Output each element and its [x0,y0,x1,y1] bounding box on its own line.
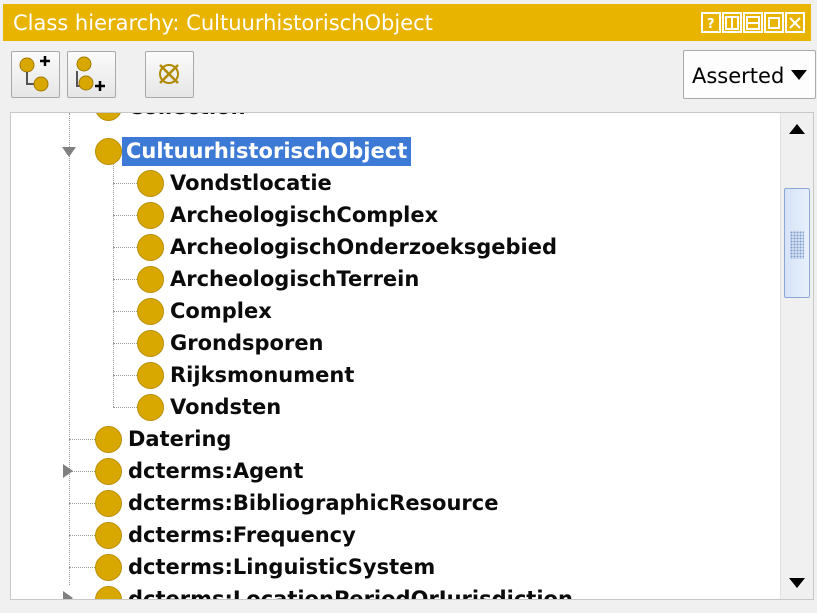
class-tree[interactable]: Collection CultuurhistorischObject Vonds… [10,112,814,600]
hierarchy-mode-value: Asserted [692,64,785,88]
hierarchy-toolbar: Asserted [3,42,816,106]
class-icon [137,233,164,261]
tree-line [113,407,137,408]
view-title: Class hierarchy: CultuurhistorischObject [13,11,433,35]
tree-node[interactable]: dcterms:Agent [95,455,307,487]
tree-node[interactable]: ArcheologischOnderzoeksgebied [137,231,561,263]
class-icon [137,265,164,293]
class-icon [95,137,122,165]
svg-text:?: ? [707,17,715,30]
tree-line [69,503,95,504]
class-icon [137,297,164,325]
class-icon [95,489,122,517]
chevron-down-icon [791,70,807,80]
delete-class-icon [159,64,179,84]
class-icon [95,553,122,581]
expand-toggle-icon[interactable] [63,591,73,599]
class-icon [95,521,122,549]
tree-line [69,567,95,568]
scroll-down-icon[interactable] [783,567,811,597]
tree-line [113,161,114,407]
class-icon [137,169,164,197]
tree-node-label: ArcheologischComplex [170,202,439,227]
expand-toggle-icon[interactable] [62,147,76,157]
tree-node-selected[interactable]: CultuurhistorischObject [95,135,412,167]
tree-line [113,247,137,248]
class-icon [137,201,164,229]
vertical-scrollbar[interactable] [780,113,813,599]
tree-line [113,279,137,280]
tree-node[interactable]: ArcheologischTerrein [137,263,423,295]
tree-line [69,113,70,585]
expand-toggle-icon[interactable] [63,464,73,478]
delete-class-button[interactable] [145,51,194,98]
add-subclass-button[interactable] [11,51,60,98]
view-title-bar: Class hierarchy: CultuurhistorischObject… [3,4,811,41]
help-icon[interactable]: ? [701,12,721,33]
view-window-buttons: ? [701,12,805,33]
tree-node-label: ArcheologischTerrein [170,266,420,291]
tree-node-label: dcterms:LocationPeriodOrJurisdiction [128,586,573,600]
tree-node-label: Vondsten [170,394,282,419]
maximize-icon[interactable] [764,12,784,33]
add-subclass-icon [19,56,50,92]
grip-icon [790,231,804,259]
tree-node-label: Datering [128,426,232,451]
tree-node-label: dcterms:LinguisticSystem [128,554,436,579]
tree-node-label: Collection [126,113,250,122]
close-icon[interactable] [785,12,805,33]
tree-line [69,535,95,536]
tree-node[interactable]: Vondsten [137,391,285,423]
tree-node[interactable]: dcterms:BibliographicResource [95,487,502,519]
tree-line [113,183,137,184]
hierarchy-mode-select[interactable]: Asserted [683,50,816,99]
tree-node[interactable]: Complex [137,295,276,327]
class-icon [95,585,122,599]
tree-line [113,375,137,376]
tree-node-label: Grondsporen [170,330,324,355]
tree-node[interactable]: dcterms:LinguisticSystem [95,551,439,583]
scrollbar-thumb[interactable] [784,188,810,298]
add-sibling-button[interactable] [67,51,116,98]
tree-node[interactable]: Collection [95,113,250,123]
class-icon [95,425,122,453]
tree-line [69,439,95,440]
tree-node[interactable]: Datering [95,423,235,455]
tree-node-label: Rijksmonument [170,362,355,387]
tree-node-label: dcterms:Agent [128,458,304,483]
class-icon [137,329,164,357]
tree-node[interactable]: dcterms:Frequency [95,519,360,551]
scroll-up-icon[interactable] [783,115,811,145]
tree-node[interactable]: Vondstlocatie [137,167,336,199]
class-icon [137,393,164,421]
class-icon [95,113,122,121]
tree-line [113,343,137,344]
tree-node-label: CultuurhistorischObject [122,136,412,166]
tree-node[interactable]: ArcheologischComplex [137,199,442,231]
class-hierarchy-panel: Class hierarchy: CultuurhistorischObject… [0,0,817,613]
tree-node-label: Complex [170,298,272,323]
tree-node-label: ArcheologischOnderzoeksgebied [170,234,558,259]
tree-node-label: dcterms:BibliographicResource [128,490,499,515]
tree-node[interactable]: Grondsporen [137,327,328,359]
split-horizontal-icon[interactable] [743,12,763,33]
add-sibling-icon [76,56,105,91]
tree-node-label: dcterms:Frequency [128,522,356,547]
class-icon [137,361,164,389]
class-icon [95,457,122,485]
tree-line [113,311,137,312]
tree-node[interactable]: Rijksmonument [137,359,358,391]
tree-line [113,215,137,216]
split-vertical-icon[interactable] [722,12,742,33]
tree-node-label: Vondstlocatie [170,170,332,195]
class-tree-content: Collection CultuurhistorischObject Vonds… [11,113,781,599]
tree-node[interactable]: dcterms:LocationPeriodOrJurisdiction [95,583,577,599]
